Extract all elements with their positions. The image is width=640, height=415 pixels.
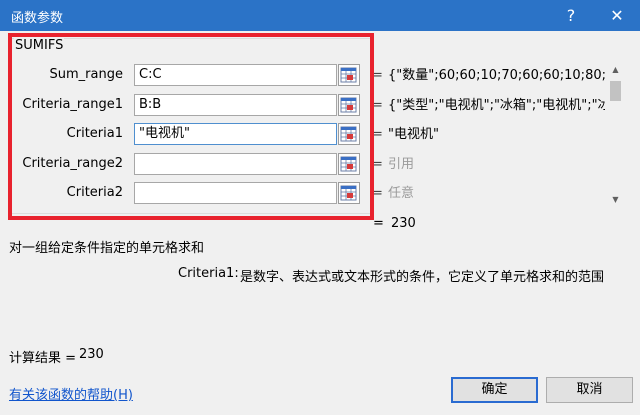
ok-button[interactable]: 确定 [451,377,538,403]
title-bar: 函数参数 ? ✕ [0,0,640,31]
criteria2-preview: 任意 [388,186,415,201]
arguments-scrollbar[interactable]: ▲ ▼ [607,63,624,207]
dialog-title: 函数参数 [11,11,64,26]
formula-result-equals: = [373,216,384,231]
function-help-link[interactable]: 有关该函数的帮助(H) [9,384,133,403]
scroll-thumb[interactable] [610,81,621,101]
sum-range-preview: {"数量";60;60;10;70;60;60;10;80;9... [388,68,605,83]
criteria1-preview: "电视机" [388,127,439,142]
current-argument-description: 是数字、表达式或文本形式的条件，它定义了单元格求和的范围 [240,270,605,285]
close-button[interactable]: ✕ [594,0,640,31]
formula-result-value: 230 [391,216,416,231]
current-argument-name: Criteria1: [178,266,239,281]
help-button[interactable]: ? [548,0,594,31]
calculation-result-value: 230 [79,347,104,362]
scroll-up-arrow-icon[interactable]: ▲ [607,63,624,77]
scroll-down-arrow-icon[interactable]: ▼ [607,193,624,207]
cancel-button[interactable]: 取消 [546,377,633,403]
function-description: 对一组给定条件指定的单元格求和 [9,241,205,256]
criteria-range2-preview: 引用 [388,157,415,172]
calculation-result-label: 计算结果 = [9,351,77,366]
criteria-range1-preview: {"类型";"电视机";"冰箱";"电视机";"冰箱 [388,98,605,113]
highlight-box [8,33,374,220]
